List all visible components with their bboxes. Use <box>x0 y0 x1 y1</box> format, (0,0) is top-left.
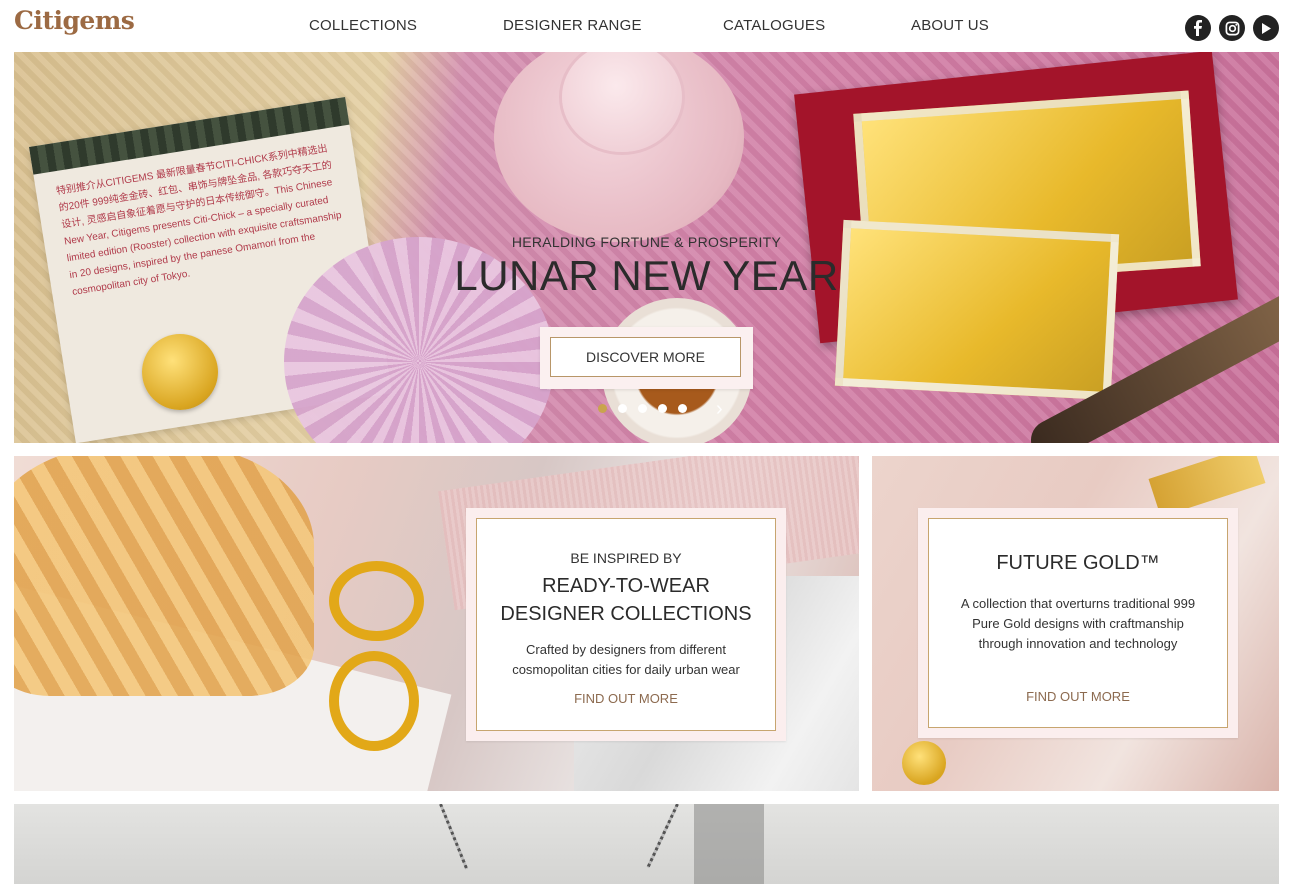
card-title-line: READY-TO-WEAR <box>542 575 710 597</box>
facebook-icon[interactable] <box>1185 15 1211 41</box>
tower-image <box>694 804 764 884</box>
crown-image <box>14 456 314 696</box>
nav-catalogues[interactable]: CATALOGUES <box>723 17 825 34</box>
card-description-line: through innovation and technology <box>978 636 1178 651</box>
gold-ring-image <box>329 651 419 751</box>
card-description: A collection that overturns traditional … <box>949 594 1207 654</box>
card-kicker: BE INSPIRED BY <box>570 550 682 566</box>
necklace-chain-image <box>646 804 679 869</box>
card-title-line: DESIGNER COLLECTIONS <box>500 603 752 625</box>
card-frame: BE INSPIRED BY READY-TO-WEAR DESIGNER CO… <box>476 518 776 731</box>
future-gold-card: FUTURE GOLD™ A collection that overturns… <box>918 508 1238 738</box>
card-description-line: Pure Gold designs with craftmanship <box>972 616 1184 631</box>
hero-title: LUNAR NEW YEAR <box>454 252 839 299</box>
citigems-logo[interactable]: Citigems <box>14 6 135 35</box>
card-description-line: A collection that overturns traditional … <box>960 596 1196 611</box>
nav-about-us[interactable]: ABOUT US <box>911 17 989 34</box>
discover-more-button[interactable]: DISCOVER MORE <box>550 337 741 377</box>
hero-banner[interactable]: 特别推介从CITIGEMS 最新限量春节CITI-CHICK系列中精选出的20件… <box>14 52 1279 443</box>
slide-dot[interactable] <box>678 404 687 413</box>
nav-collections[interactable]: COLLECTIONS <box>309 17 417 34</box>
card-title: READY-TO-WEAR DESIGNER COLLECTIONS <box>477 572 775 628</box>
find-out-more-link[interactable]: FIND OUT MORE <box>477 691 775 706</box>
hero-kicker: HERALDING FORTUNE & PROSPERITY <box>511 234 782 250</box>
slide-dots <box>598 404 687 413</box>
necklace-chain-image <box>439 804 469 870</box>
card-description-line: Crafted by designers from different <box>526 642 726 657</box>
card-frame: FUTURE GOLD™ A collection that overturns… <box>928 518 1228 728</box>
slide-dot[interactable] <box>618 404 627 413</box>
find-out-more-link[interactable]: FIND OUT MORE <box>929 689 1227 704</box>
slide-dot[interactable] <box>598 404 607 413</box>
gold-pendant-image <box>902 741 946 785</box>
card-description-line: cosmopolitan cities for daily urban wear <box>512 662 740 677</box>
necklace-banner[interactable] <box>14 804 1279 884</box>
card-description: Crafted by designers from different cosm… <box>501 640 751 680</box>
slide-dot[interactable] <box>658 404 667 413</box>
gold-ring-image <box>329 561 424 641</box>
hero-cta-frame: DISCOVER MORE <box>540 327 753 389</box>
youtube-icon[interactable] <box>1253 15 1279 41</box>
card-title: FUTURE GOLD™ <box>996 552 1160 574</box>
nav-designer-range[interactable]: DESIGNER RANGE <box>503 17 642 34</box>
instagram-icon[interactable] <box>1219 15 1245 41</box>
gold-coin-image <box>142 334 218 410</box>
slide-dot[interactable] <box>638 404 647 413</box>
next-slide-arrow-icon[interactable]: › <box>716 398 723 421</box>
designer-collections-card: BE INSPIRED BY READY-TO-WEAR DESIGNER CO… <box>466 508 786 741</box>
